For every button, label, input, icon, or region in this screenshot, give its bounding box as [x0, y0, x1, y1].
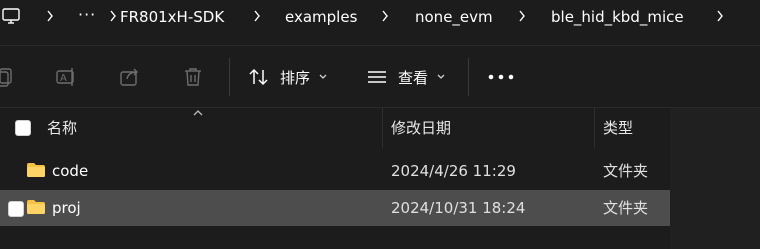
sort-label: 排序 — [280, 68, 311, 87]
file-explorer-window: ··· FR801xH-SDK examples none_evm ble_hi… — [0, 0, 760, 249]
toolbar-divider — [468, 58, 469, 96]
folder-icon — [27, 200, 45, 214]
list-item-selected[interactable]: proj 2024/10/31 18:24 文件夹 — [0, 190, 670, 226]
chevron-right-icon[interactable] — [380, 8, 390, 24]
chevron-right-icon[interactable] — [108, 8, 118, 24]
share-icon[interactable] — [119, 66, 141, 88]
file-name: code — [52, 162, 89, 180]
chevron-right-icon[interactable] — [252, 8, 262, 24]
address-bar: ··· FR801xH-SDK examples none_evm ble_hi… — [0, 0, 760, 36]
view-button[interactable]: 查看 — [366, 62, 446, 92]
row-checkbox[interactable] — [8, 201, 24, 217]
select-all-checkbox[interactable] — [15, 120, 31, 136]
modified-date: 2024/10/31 18:24 — [391, 199, 526, 217]
column-header-date[interactable]: 修改日期 — [391, 118, 451, 138]
breadcrumb-current-folder[interactable]: ble_hid_kbd_mice — [551, 7, 684, 27]
chevron-right-icon[interactable] — [715, 8, 725, 24]
chevron-right-icon[interactable] — [517, 8, 527, 24]
column-header-type[interactable]: 类型 — [603, 118, 633, 138]
view-icon — [368, 71, 386, 83]
column-divider[interactable] — [382, 108, 383, 148]
list-item[interactable]: code 2024/4/26 11:29 文件夹 — [0, 153, 670, 189]
sort-icon — [249, 68, 268, 86]
chevron-down-icon — [437, 74, 445, 79]
sort-up-caret-icon — [193, 110, 203, 116]
breadcrumb-overflow[interactable]: ··· — [78, 5, 96, 25]
toolbar-divider — [229, 58, 230, 96]
breadcrumb-none-evm[interactable]: none_evm — [415, 7, 493, 27]
delete-icon[interactable] — [182, 66, 204, 88]
breadcrumb-sdk[interactable]: FR801xH-SDK — [120, 7, 224, 27]
view-label: 查看 — [398, 68, 429, 87]
svg-text:A: A — [60, 73, 67, 84]
chevron-right-icon[interactable] — [45, 8, 55, 24]
column-header-name[interactable]: 名称 — [47, 118, 77, 138]
details-pane — [670, 108, 760, 249]
column-divider[interactable] — [594, 108, 595, 148]
chevron-down-icon — [319, 74, 327, 79]
this-pc-icon[interactable] — [2, 7, 20, 25]
file-type: 文件夹 — [603, 199, 649, 217]
sort-button[interactable]: 排序 — [248, 62, 328, 92]
copy-icon[interactable] — [0, 66, 16, 88]
rename-icon[interactable]: A — [55, 66, 77, 88]
file-type: 文件夹 — [603, 162, 649, 180]
breadcrumb-examples[interactable]: examples — [285, 7, 357, 27]
file-name: proj — [52, 199, 81, 217]
folder-icon — [27, 163, 45, 177]
modified-date: 2024/4/26 11:29 — [391, 162, 516, 180]
command-bar: A 排序 查看 — [0, 46, 760, 108]
more-options-icon[interactable] — [487, 73, 515, 81]
column-header-row: 名称 修改日期 类型 — [0, 108, 670, 148]
